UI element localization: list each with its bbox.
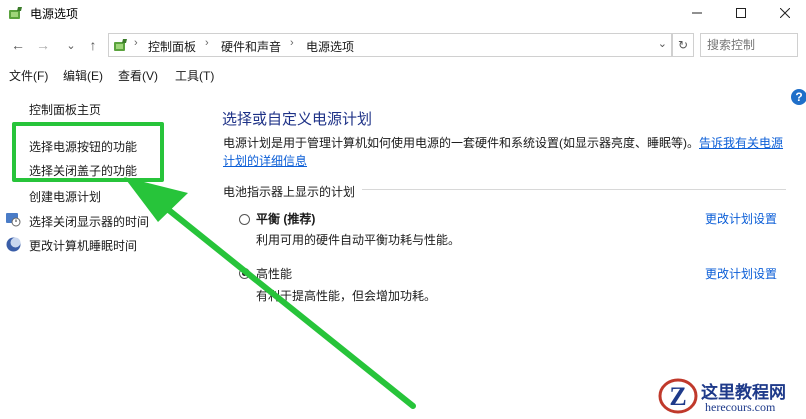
watermark-logo-icon: Z xyxy=(658,378,698,414)
svg-text:Z: Z xyxy=(669,382,686,411)
annotation-arrow xyxy=(124,177,416,409)
watermark-url: herecours.com xyxy=(705,400,776,414)
